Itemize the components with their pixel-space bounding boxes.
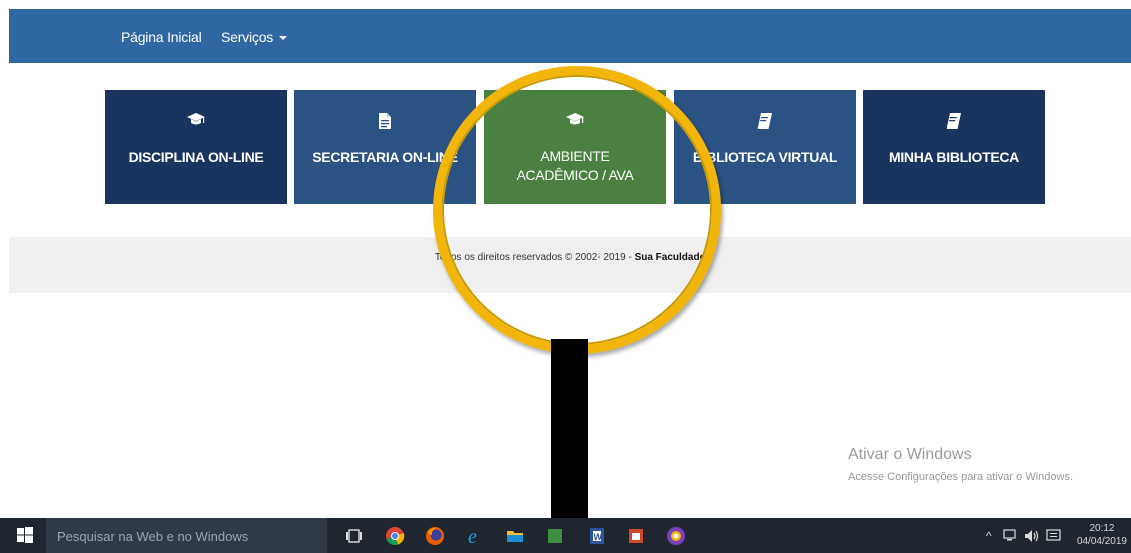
document-icon <box>294 112 476 132</box>
windows-start-icon[interactable] <box>17 527 33 543</box>
svg-text:W: W <box>594 532 603 542</box>
tile-minha-biblioteca[interactable]: MINHA BIBLIOTECA <box>863 90 1045 204</box>
task-view-icon[interactable] <box>344 526 364 546</box>
chevron-up-icon[interactable]: ^ <box>986 529 992 543</box>
network-icon[interactable] <box>1003 529 1019 546</box>
top-navbar: Página Inicial Serviços <box>9 9 1131 63</box>
nav-home-link[interactable]: Página Inicial <box>121 29 202 45</box>
calendar-app-icon[interactable] <box>626 526 646 546</box>
tile-label: MINHA BIBLIOTECA <box>888 149 1019 165</box>
nav-services-label: Serviços <box>221 29 274 45</box>
clock-date: 04/04/2019 <box>1076 536 1127 547</box>
tile-disciplina-online[interactable]: DISCIPLINA ON-LINE <box>105 90 287 204</box>
firefox-icon[interactable] <box>425 526 445 546</box>
word-icon[interactable]: W <box>587 526 607 546</box>
book-icon <box>674 112 856 132</box>
activate-windows-subtitle: Acesse Configurações para ativar o Windo… <box>848 471 1073 483</box>
svg-text:e: e <box>468 526 477 546</box>
magnifier-lens <box>433 66 721 354</box>
chrome-icon[interactable] <box>385 526 405 546</box>
caret-down-icon <box>279 36 288 41</box>
book-icon <box>863 112 1045 132</box>
system-clock[interactable]: 20:12 04/04/2019 <box>1077 522 1127 548</box>
green-app-icon[interactable] <box>545 526 565 546</box>
windows-taskbar: Pesquisar na Web e no Windows e W ^ 20:1… <box>0 518 1131 553</box>
activate-windows-title: Ativar o Windows <box>848 446 972 463</box>
nav-services-dropdown[interactable]: Serviços <box>221 29 288 45</box>
tile-label: DISCIPLINA ON-LINE <box>128 149 264 165</box>
graduation-cap-icon <box>105 112 287 132</box>
search-placeholder: Pesquisar na Web e no Windows <box>57 529 249 544</box>
file-explorer-icon[interactable] <box>505 526 525 546</box>
volume-icon[interactable] <box>1024 529 1040 546</box>
shield-browser-icon[interactable] <box>666 526 686 546</box>
internet-explorer-icon[interactable]: e <box>465 526 485 548</box>
taskbar-search-box[interactable]: Pesquisar na Web e no Windows <box>46 518 327 553</box>
notifications-icon[interactable] <box>1046 529 1062 546</box>
clock-time: 20:12 <box>1089 523 1115 534</box>
